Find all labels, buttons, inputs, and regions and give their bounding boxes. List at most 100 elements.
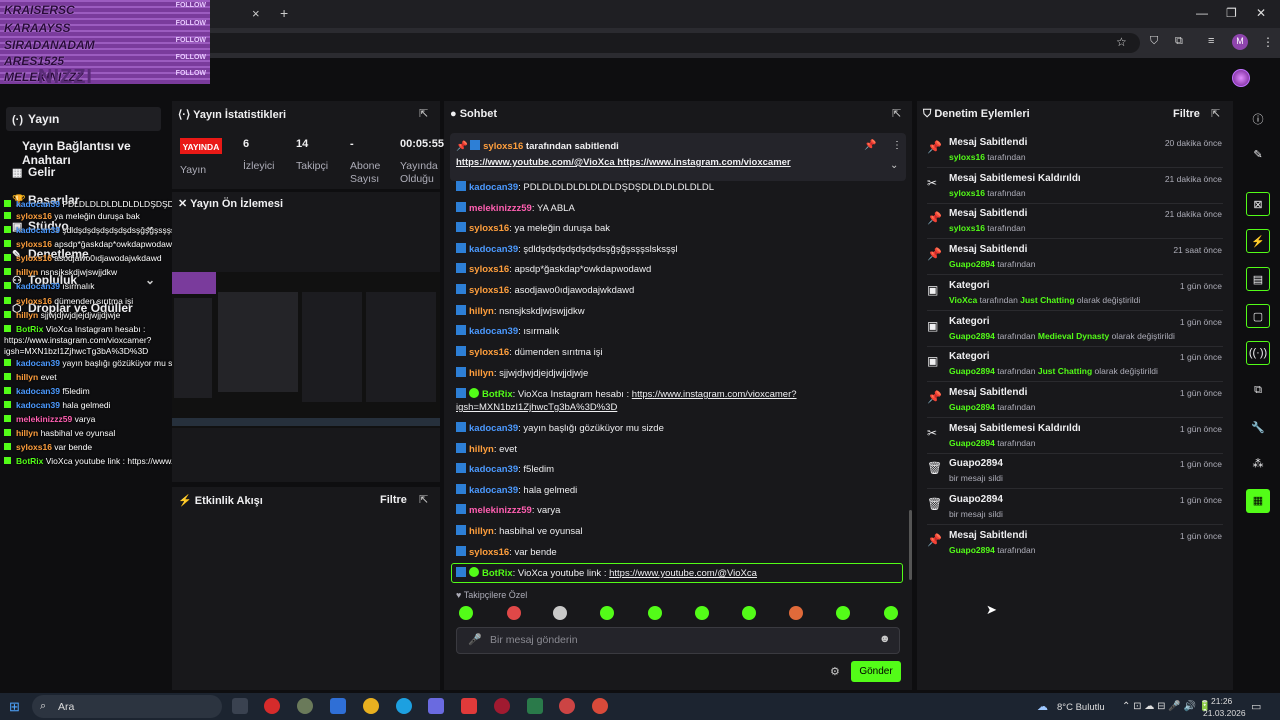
mod-action-title: Mesaj Sabitlendi: [949, 530, 1028, 541]
office-icon[interactable]: [461, 698, 477, 714]
popout-icon[interactable]: ⇱: [419, 493, 428, 506]
pinned-links[interactable]: https://www.youtube.com/@VioXca https://…: [456, 157, 791, 168]
mod-action-detail: syloxs16 tarafından: [949, 188, 1026, 198]
browser-menu-icon[interactable]: ⋮: [1262, 35, 1274, 49]
mail-icon[interactable]: [330, 698, 346, 714]
emote[interactable]: [884, 606, 898, 620]
edit-icon[interactable]: ✎: [1246, 143, 1270, 167]
mod-action-title: Kategori: [949, 351, 990, 362]
chat-message: kadocan39: şdldşdşdşdşdşdşdsşğşğşsşşslsk…: [456, 243, 678, 255]
emote[interactable]: [507, 606, 521, 620]
clapper-icon[interactable]: ▦: [1246, 489, 1270, 513]
copilot-icon[interactable]: [428, 698, 444, 714]
logo[interactable]: NIZZI: [38, 66, 93, 89]
overlay-chat-line: kadocan39 şdldşdşdşdşdşdşdsşğşğşsşşslsks…: [4, 225, 200, 235]
chrome-icon[interactable]: [363, 698, 379, 714]
shield-icon[interactable]: ⛉: [1150, 35, 1158, 48]
info-icon[interactable]: ⓘ: [1246, 106, 1270, 130]
minimize-icon[interactable]: —: [1196, 6, 1208, 20]
pin-icon: 📌: [927, 533, 942, 547]
weather-text[interactable]: 8°C Bulutlu: [1057, 702, 1105, 713]
chat-link[interactable]: https://www.youtube.com/@VioXca: [609, 568, 757, 579]
lightning-rail-icon[interactable]: ⚡: [1246, 229, 1270, 253]
clock-date[interactable]: 21.03.2026: [1203, 708, 1246, 718]
edge-icon[interactable]: [396, 698, 412, 714]
chat-bubble-icon: ●: [450, 108, 457, 120]
unpin-icon[interactable]: 📌: [864, 140, 876, 151]
emote[interactable]: [695, 606, 709, 620]
task-view-icon[interactable]: [232, 698, 248, 714]
moderation-rail-icon[interactable]: ⊠: [1246, 192, 1270, 216]
weather-icon[interactable]: ☁: [1037, 700, 1048, 713]
kick-icon[interactable]: [527, 698, 543, 714]
maximize-icon[interactable]: ❐: [1226, 6, 1237, 20]
chrome-profile-2-icon[interactable]: [592, 698, 608, 714]
emote[interactable]: [600, 606, 614, 620]
chat-message: syloxs16: asodjawo0ıdjawodajwkdawd: [456, 284, 634, 296]
mod-action-title: Kategori: [949, 280, 990, 291]
divider: [927, 453, 1223, 454]
layers-icon[interactable]: ⧉: [1246, 379, 1270, 403]
app-icon[interactable]: [297, 698, 313, 714]
overlay-follow: FOLLOW: [175, 37, 206, 44]
window-close-icon[interactable]: ✕: [1256, 6, 1266, 20]
url-input[interactable]: dashboard.kick.com: [70, 33, 1140, 53]
user-avatar[interactable]: [1232, 69, 1250, 87]
settings-gear-icon[interactable]: ⚙: [830, 665, 840, 678]
media-icon[interactable]: ≡: [1208, 35, 1214, 47]
extensions-icon[interactable]: ⧉: [1175, 35, 1183, 48]
preview-taskbar-thumb: [172, 418, 440, 426]
divider: [927, 274, 1223, 275]
follower-overlay: KRAISERSC FOLLOW KARAAYSS FOLLOW SIRADAN…: [0, 0, 210, 84]
chat-scrollbar[interactable]: [909, 510, 912, 580]
chevron-down-icon[interactable]: ⌄: [890, 160, 898, 171]
new-tab-button[interactable]: +: [280, 5, 288, 21]
mod-action-title: Mesaj Sabitlemesi Kaldırıldı: [949, 423, 1081, 434]
tray-icons[interactable]: ⌃ ⊡ ☁ ⊟ 🎤 🔊 🔋: [1122, 701, 1211, 712]
clock-time[interactable]: 21:26: [1211, 696, 1232, 706]
chat-link[interactable]: igsh=MXN1bzI1ZjhwcTg3bA%3D%3D: [456, 402, 617, 413]
wrench-icon[interactable]: 🔧: [1246, 416, 1270, 440]
chat-link[interactable]: https://www.instagram.com/vioxcamer?: [632, 389, 797, 400]
chat-rail-icon[interactable]: ▢: [1246, 304, 1270, 328]
microphone-icon[interactable]: 🎤: [468, 633, 482, 646]
stats-rail-icon[interactable]: ▤: [1246, 267, 1270, 291]
send-button[interactable]: Gönder: [851, 661, 901, 682]
share-icon[interactable]: ⁂: [1246, 452, 1270, 476]
sidebar-item-yayin[interactable]: (·) Yayın: [6, 107, 161, 131]
close-tab-button[interactable]: ×: [252, 6, 260, 21]
stat-label: Takipçi: [296, 160, 329, 172]
emote[interactable]: [648, 606, 662, 620]
sidebar-item-stream-key[interactable]: Yayın Bağlantısı ve Anahtarı: [16, 134, 171, 167]
activity-filter-button[interactable]: Filtre: [380, 494, 407, 506]
emote[interactable]: [553, 606, 567, 620]
emote[interactable]: [836, 606, 850, 620]
moderation-filter-button[interactable]: Filtre: [1173, 108, 1200, 120]
stat-label: Yayın: [180, 164, 207, 176]
more-icon[interactable]: ⋮: [892, 140, 902, 151]
emote[interactable]: [459, 606, 473, 620]
emote[interactable]: [742, 606, 756, 620]
moderation-title: ⛉ Denetim Eylemleri: [923, 108, 1030, 120]
broadcast-rail-icon[interactable]: ((·)): [1246, 341, 1270, 365]
windows-start-icon[interactable]: ⊞: [9, 699, 20, 715]
opera-icon[interactable]: [264, 698, 280, 714]
popout-icon[interactable]: ⇱: [419, 107, 428, 120]
chevron-down-icon: ⌄: [144, 273, 155, 287]
popout-icon[interactable]: ⇱: [1211, 107, 1220, 120]
opera-gx-icon[interactable]: [494, 698, 510, 714]
chrome-profile-icon[interactable]: [559, 698, 575, 714]
popout-icon[interactable]: ⇱: [892, 107, 901, 120]
notifications-icon[interactable]: ▭: [1251, 700, 1261, 713]
chat-message: kadocan39: f5ledim: [456, 463, 554, 475]
emote[interactable]: [789, 606, 803, 620]
bookmark-star-icon[interactable]: ☆: [1116, 35, 1127, 49]
stream-preview-video[interactable]: [172, 272, 440, 428]
overlay-follow: FOLLOW: [175, 20, 206, 27]
mod-action-time: 1 gün önce: [1179, 495, 1222, 505]
emoji-icon[interactable]: ☻: [879, 633, 891, 645]
mod-action-time: 1 gün önce: [1179, 424, 1222, 434]
sidebar-item-gelir[interactable]: ▦ Gelir: [6, 160, 161, 184]
profile-avatar[interactable]: M: [1232, 34, 1248, 50]
overlay-chat-line: melekinizzz59 varya: [4, 414, 95, 424]
